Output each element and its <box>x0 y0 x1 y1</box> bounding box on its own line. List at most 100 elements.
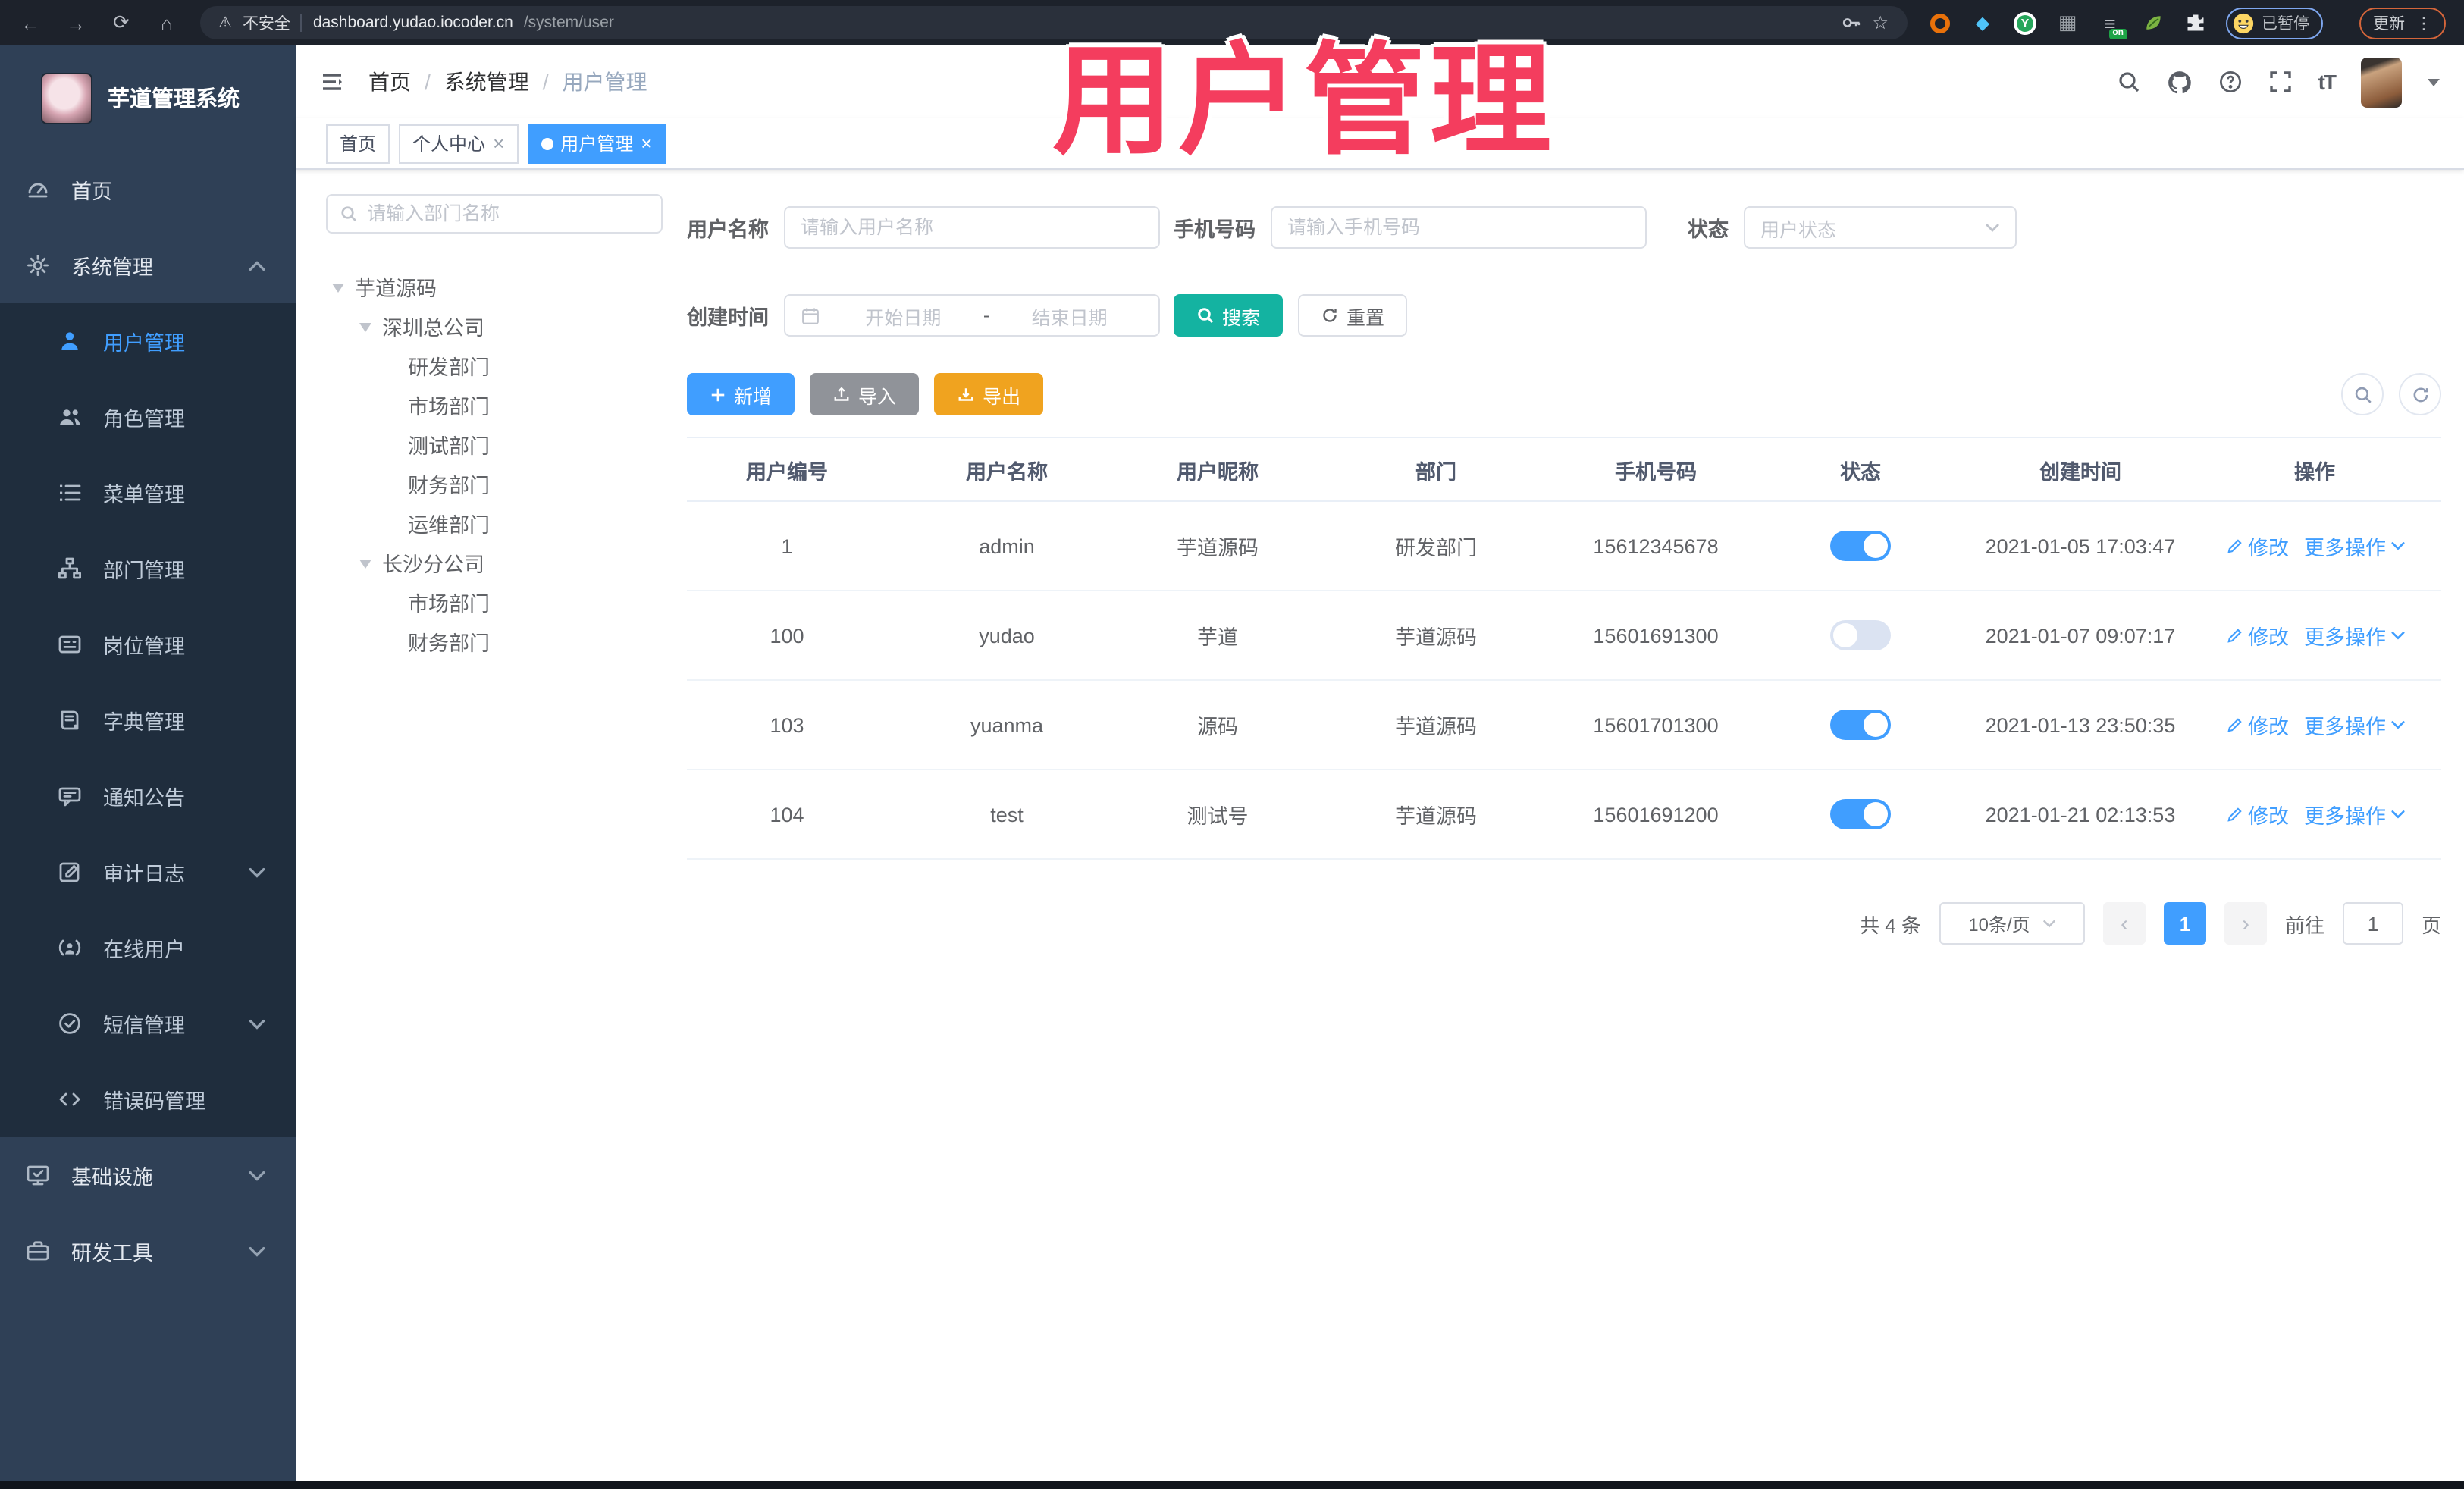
sidebar-item-14[interactable]: 研发工具 <box>0 1213 296 1289</box>
close-icon[interactable]: × <box>641 132 652 155</box>
app-logo-row[interactable]: 芋道管理系统 <box>0 45 296 130</box>
export-button[interactable]: 导出 <box>934 373 1044 415</box>
edit-user-button[interactable]: 修改 <box>2225 710 2289 740</box>
sidebar-item-6[interactable]: 岗位管理 <box>0 607 296 682</box>
tree-node[interactable]: 市场部门 <box>326 385 663 425</box>
department-search-input[interactable] <box>367 203 649 224</box>
sidebar-item-3[interactable]: 角色管理 <box>0 379 296 455</box>
paused-profile-badge[interactable]: 已暂停 <box>2225 7 2323 39</box>
home-icon[interactable]: ⌂ <box>155 11 179 34</box>
hamburger-icon[interactable] <box>320 70 344 94</box>
sidebar-item-13[interactable]: 基础设施 <box>0 1137 296 1213</box>
next-page-button[interactable]: › <box>2224 902 2267 945</box>
breadcrumb-item[interactable]: 首页 <box>368 67 411 97</box>
sidebar-item-7[interactable]: 字典管理 <box>0 682 296 758</box>
back-icon[interactable]: ← <box>18 11 42 34</box>
toggle-search-button[interactable] <box>2341 373 2384 415</box>
sidebar-item-2[interactable]: 用户管理 <box>0 303 296 379</box>
more-actions-button[interactable]: 更多操作 <box>2304 799 2404 829</box>
edit-user-button[interactable]: 修改 <box>2225 799 2289 829</box>
bookmark-star-icon[interactable]: ☆ <box>1872 12 1889 33</box>
tree-node[interactable]: 研发部门 <box>326 346 663 385</box>
tree-node[interactable]: 财务部门 <box>326 622 663 661</box>
add-user-button[interactable]: 新增 <box>687 373 795 415</box>
font-size-icon[interactable]: tT <box>2318 70 2337 94</box>
caret-down-icon[interactable] <box>332 284 344 299</box>
forward-icon[interactable]: → <box>64 11 88 34</box>
caret-down-icon[interactable] <box>359 560 371 575</box>
sidebar-item-9[interactable]: 审计日志 <box>0 834 296 910</box>
fullscreen-icon[interactable] <box>2268 70 2293 94</box>
import-button[interactable]: 导入 <box>810 373 920 415</box>
infrastructure-icon <box>26 1163 50 1187</box>
tree-node[interactable]: 市场部门 <box>326 582 663 622</box>
refresh-table-button[interactable] <box>2399 373 2441 415</box>
browser-update-button[interactable]: 更新 ⋮ <box>2359 7 2446 39</box>
extensions-puzzle-icon[interactable] <box>2183 11 2207 35</box>
sidebar-item-4[interactable]: 菜单管理 <box>0 455 296 531</box>
tab-1[interactable]: 个人中心 × <box>399 124 519 163</box>
department-search-box <box>326 194 663 234</box>
tab-2[interactable]: 用户管理 × <box>527 124 666 163</box>
dictionary-icon <box>58 708 82 732</box>
extension-gem-icon[interactable]: ◆ <box>1970 11 1995 35</box>
goto-page-input[interactable] <box>2342 902 2403 945</box>
extension-list-icon[interactable]: ≡ on <box>2098 11 2127 39</box>
status-select[interactable]: 用户状态 <box>1744 206 2017 249</box>
page-size-select[interactable]: 10条/页 <box>1939 902 2085 945</box>
current-page-button[interactable]: 1 <box>2163 902 2206 945</box>
tree-node[interactable]: 财务部门 <box>326 464 663 503</box>
breadcrumb-item[interactable]: 系统管理 <box>444 67 529 97</box>
edit-user-button[interactable]: 修改 <box>2225 531 2289 561</box>
sidebar-menu: 首页 系统管理 用户管理 角色管理 菜单管理 部门管理 岗位管理 字典管理 通知 <box>0 152 296 1289</box>
browser-menu-icon[interactable]: ⋮ <box>2415 13 2432 33</box>
sidebar-item-11[interactable]: 短信管理 <box>0 986 296 1061</box>
table-header-cell: 状态 <box>1748 437 1973 502</box>
tab-0[interactable]: 首页 <box>326 124 390 163</box>
more-actions-button[interactable]: 更多操作 <box>2304 620 2404 650</box>
status-toggle[interactable] <box>1830 531 1891 561</box>
prev-page-button[interactable]: ‹ <box>2102 902 2146 945</box>
status-toggle[interactable] <box>1830 620 1891 650</box>
date-range-picker[interactable]: 开始日期 - 结束日期 <box>784 294 1160 337</box>
mobile-input[interactable] <box>1271 206 1647 249</box>
emoji-face-icon <box>2232 12 2253 33</box>
edit-user-button[interactable]: 修改 <box>2225 620 2289 650</box>
more-actions-button[interactable]: 更多操作 <box>2304 710 2404 740</box>
close-icon[interactable]: × <box>493 132 504 155</box>
tree-node[interactable]: 深圳总公司 <box>326 306 663 346</box>
tree-node[interactable]: 运维部门 <box>326 503 663 543</box>
divider <box>300 14 303 32</box>
username-input[interactable] <box>784 206 1160 249</box>
reset-button[interactable]: 重置 <box>1298 294 1408 337</box>
password-key-icon[interactable] <box>1840 12 1861 33</box>
extension-grid-icon[interactable]: ▦ <box>2055 11 2080 35</box>
sidebar-item-10[interactable]: 在线用户 <box>0 910 296 986</box>
table-row: 104 test 测试号 芋道源码 15601691200 2021-01-21… <box>687 770 2441 860</box>
more-actions-button[interactable]: 更多操作 <box>2304 531 2404 561</box>
help-icon[interactable] <box>2218 70 2243 94</box>
extension-leaf-icon[interactable] <box>2140 11 2165 35</box>
sidebar-item-5[interactable]: 部门管理 <box>0 531 296 607</box>
avatar-caret-down-icon[interactable] <box>2428 78 2440 92</box>
caret-down-icon[interactable] <box>359 323 371 338</box>
search-button[interactable]: 搜索 <box>1174 294 1284 337</box>
search-icon[interactable] <box>2117 70 2141 94</box>
sidebar-item-12[interactable]: 错误码管理 <box>0 1061 296 1137</box>
extension-orange-ring-icon[interactable] <box>1928 11 1952 35</box>
status-toggle[interactable] <box>1830 799 1891 829</box>
cell-user-id: 1 <box>687 501 887 591</box>
sidebar-item-1[interactable]: 系统管理 <box>0 227 296 303</box>
status-toggle[interactable] <box>1830 710 1891 740</box>
address-bar[interactable]: ⚠ 不安全 dashboard.yudao.iocoder.cn /system… <box>200 6 1907 39</box>
reload-icon[interactable]: ⟳ <box>109 11 133 35</box>
chevron-down-icon <box>249 867 265 877</box>
extension-green-y-icon[interactable]: Y <box>2013 11 2037 35</box>
tree-node[interactable]: 测试部门 <box>326 425 663 464</box>
user-avatar[interactable] <box>2361 57 2402 107</box>
github-icon[interactable] <box>2167 69 2193 95</box>
sidebar-item-8[interactable]: 通知公告 <box>0 758 296 834</box>
sidebar-item-0[interactable]: 首页 <box>0 152 296 227</box>
tree-node[interactable]: 长沙分公司 <box>326 543 663 582</box>
tree-node[interactable]: 芋道源码 <box>326 267 663 306</box>
